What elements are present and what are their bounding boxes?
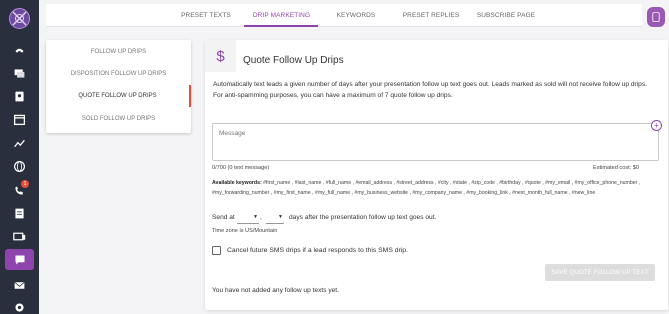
menu-follow-up-drips[interactable]: FOLLOW UP DRIPS [46,41,191,63]
keywords-label: Available keywords: [212,180,262,186]
after-text: days after the presentation follow up te… [289,214,437,221]
drip-chat-icon[interactable] [5,249,34,270]
message-textarea[interactable]: Message [212,123,659,161]
active-tab-indicator [244,25,318,27]
profile-phone-icon[interactable] [647,7,665,27]
settings-gear-icon[interactable] [11,299,27,314]
cancel-drips-checkbox[interactable] [212,246,221,255]
top-tab-bar: PRESET TEXTS DRIP MARKETING KEYWORDS PRE… [46,4,642,27]
estimated-cost: Estimated cost: $0 [593,165,640,171]
chevron-down-icon: ▼ [253,214,258,220]
phone-icon[interactable] [11,41,27,57]
save-quote-follow-up-button[interactable]: SAVE QUOTE FOLLOW UP TEXT [545,264,655,281]
page-title: Quote Follow Up Drips [243,55,344,66]
send-at-label: Send at [212,214,235,221]
calendar-icon[interactable] [11,111,27,127]
comma-separator: , [260,214,262,221]
menu-sold-follow-up-drips[interactable]: SOLD FOLLOW UP DRIPS [46,108,191,130]
menu-quote-follow-up-drips[interactable]: QUOTE FOLLOW UP DRIPS [46,85,191,107]
globe-icon[interactable] [11,158,27,174]
menu-disposition-follow-up-drips[interactable]: DISPOSITION FOLLOW UP DRIPS [46,63,191,85]
notification-badge: 1 [21,180,29,188]
drip-menu: FOLLOW UP DRIPS DISPOSITION FOLLOW UP DR… [46,40,191,133]
keywords-list: #first_name , #last_name , #full_name , … [212,180,641,196]
timezone-note: Time zone is US/Mountain [212,228,278,234]
available-keywords: Available keywords: #first_name , #last_… [212,179,652,198]
tab-keywords[interactable]: KEYWORDS [322,4,390,27]
days-select[interactable]: ▼ [237,211,259,224]
sidebar: 1 [0,0,39,314]
add-keyword-icon[interactable]: + [651,120,662,131]
message-placeholder: Message [219,130,246,137]
description-text: Automatically text leads a given number … [213,81,647,99]
contacts-icon[interactable] [11,88,27,104]
app-logo[interactable] [7,6,32,31]
empty-state-note: You have not added any follow up texts y… [212,287,339,294]
tab-preset-texts[interactable]: PRESET TEXTS [166,4,246,27]
tab-drip-marketing[interactable]: DRIP MARKETING [246,4,317,27]
document-icon[interactable] [11,205,27,221]
tab-subscribe-page[interactable]: SUBSCRIBE PAGE [470,4,542,27]
mail-icon[interactable] [11,277,27,293]
chevron-down-icon: ▼ [278,214,283,220]
character-counter: 0/700 (0 text message) [212,165,270,171]
messages-icon[interactable] [11,65,27,81]
cancel-drips-label[interactable]: Cancel future SMS drips if a lead respon… [227,247,408,254]
stats-icon[interactable] [11,135,27,151]
devices-icon[interactable] [11,228,27,244]
time-select[interactable]: ▼ [266,211,284,224]
tab-preset-replies[interactable]: PRESET REPLIES [396,4,466,27]
dollar-icon: $ [205,40,236,72]
